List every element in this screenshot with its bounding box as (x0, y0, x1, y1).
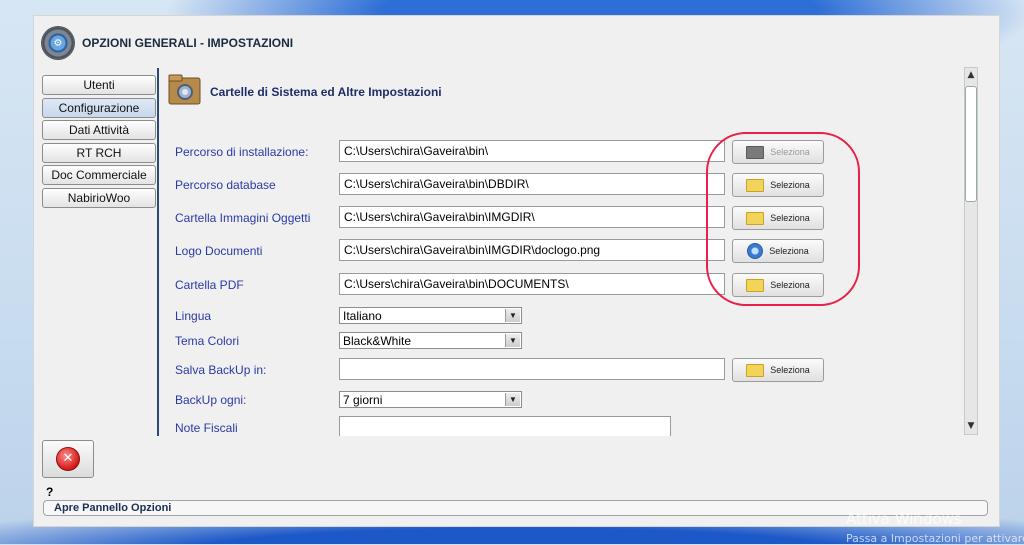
field-label: Salva BackUp in: (175, 363, 267, 377)
fiscal-notes-field[interactable] (339, 416, 671, 436)
select-backup-path-button[interactable]: Seleziona (732, 358, 824, 382)
close-icon: ✕ (56, 447, 80, 471)
folder-icon (746, 363, 765, 377)
sidebar-item-dati-attivita[interactable]: Dati Attività (42, 120, 156, 140)
field-label: Percorso database (175, 178, 276, 192)
field-label: Percorso di installazione: (175, 145, 309, 159)
field-row-backup-path: Salva BackUp in: Seleziona (166, 358, 966, 382)
help-marker: ? (46, 485, 54, 499)
button-label: Seleziona (770, 365, 810, 375)
sidebar-divider (157, 68, 159, 436)
field-label: Tema Colori (175, 334, 240, 348)
field-row-note: Note Fiscali (166, 416, 966, 436)
field-row-lingua: Lingua Italiano ▼ (166, 307, 966, 331)
activation-watermark-subtitle: Passa a Impostazioni per attivare (846, 532, 1024, 545)
chevron-down-icon[interactable]: ▼ (505, 309, 520, 322)
field-label: Cartella PDF (175, 278, 244, 292)
backup-path-field[interactable] (339, 358, 725, 380)
field-row-tema: Tema Colori Black&White ▼ (166, 332, 966, 356)
logo-path-field[interactable]: C:\Users\chira\Gaveira\bin\IMGDIR\doclog… (339, 239, 725, 261)
install-path-field[interactable]: C:\Users\chira\Gaveira\bin\ (339, 140, 725, 162)
field-label: BackUp ogni: (175, 393, 247, 407)
activation-watermark-title: Attiva Windows (846, 510, 962, 528)
annotation-circle (706, 132, 860, 306)
chevron-down-icon[interactable]: ▼ (505, 334, 520, 347)
database-path-field[interactable]: C:\Users\chira\Gaveira\bin\DBDIR\ (339, 173, 725, 195)
folder-settings-icon (168, 74, 201, 105)
scroll-up-icon[interactable]: ▲ (965, 69, 977, 82)
sidebar: Utenti Configurazione Dati Attività RT R… (42, 75, 156, 210)
scroll-down-icon[interactable]: ▼ (965, 420, 977, 433)
window-title: OPZIONI GENERALI - IMPOSTAZIONI (82, 36, 294, 50)
field-label: Logo Documenti (175, 244, 263, 258)
scrollbar-thumb[interactable] (965, 86, 977, 202)
selected-value: Black&White (343, 334, 412, 348)
sidebar-item-doc-commerciale[interactable]: Doc Commerciale (42, 165, 156, 185)
close-button[interactable]: ✕ (42, 440, 94, 478)
pdf-path-field[interactable]: C:\Users\chira\Gaveira\bin\DOCUMENTS\ (339, 273, 725, 295)
sidebar-item-utenti[interactable]: Utenti (42, 75, 156, 95)
section-title: Cartelle di Sistema ed Altre Impostazion… (210, 85, 442, 99)
settings-gear-icon: ⚙ (42, 27, 74, 59)
sidebar-item-rt-rch[interactable]: RT RCH (42, 142, 156, 163)
field-label: Lingua (175, 309, 212, 323)
backup-frequency-select[interactable]: 7 giorni ▼ (339, 391, 522, 408)
field-row-backup-freq: BackUp ogni: 7 giorni ▼ (166, 391, 966, 415)
field-label: Cartella Immagini Oggetti (175, 211, 311, 225)
sidebar-item-configurazione[interactable]: Configurazione (42, 97, 156, 118)
vertical-scrollbar[interactable]: ▲ ▼ (964, 67, 978, 435)
window-titlebar: ⚙ OPZIONI GENERALI - IMPOSTAZIONI (42, 25, 293, 61)
language-select[interactable]: Italiano ▼ (339, 307, 522, 324)
images-path-field[interactable]: C:\Users\chira\Gaveira\bin\IMGDIR\ (339, 206, 725, 228)
field-label: Note Fiscali (175, 421, 238, 435)
sidebar-item-nabiriowoo[interactable]: NabirioWoo (42, 187, 156, 208)
theme-select[interactable]: Black&White ▼ (339, 332, 522, 349)
selected-value: 7 giorni (343, 393, 383, 407)
chevron-down-icon[interactable]: ▼ (505, 393, 520, 406)
selected-value: Italiano (343, 309, 382, 323)
